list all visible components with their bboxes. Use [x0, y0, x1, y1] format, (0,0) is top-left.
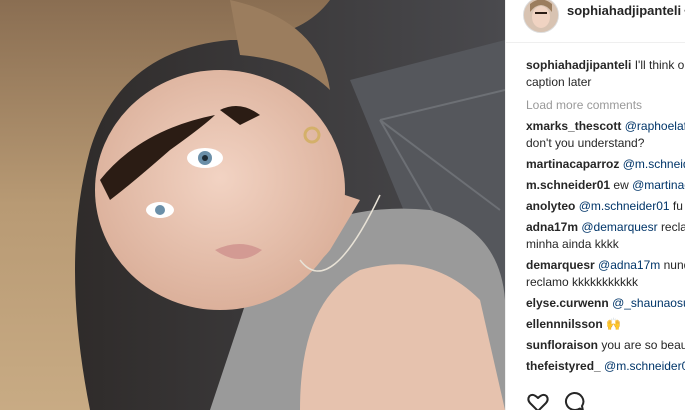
comments-panel: sophiahadjipanteli• sophiahadjipanteli I… — [505, 0, 685, 410]
comment-username[interactable]: anolyteo — [526, 199, 575, 213]
comment-mention[interactable]: @m.schneider01 — [579, 199, 670, 213]
comment-username[interactable]: martinacaparroz — [526, 157, 619, 171]
comment-username[interactable]: elyse.curwenn — [526, 296, 609, 310]
comment-text: nund — [663, 258, 685, 272]
comment: xmarks_thescott @raphoelafi — [526, 118, 685, 135]
comment: m.schneider01 ew @martinac — [526, 177, 685, 194]
comment: adna17m @demarquesr recla — [526, 219, 685, 236]
action-bar — [526, 390, 685, 410]
comment-mention[interactable]: @_shaunaosu — [612, 296, 685, 310]
caption: sophiahadjipanteli I'll think o — [526, 57, 685, 74]
load-more-comments-button[interactable]: Load more comments — [526, 97, 685, 114]
comment-mention[interactable]: @martinac — [632, 178, 685, 192]
comment-mention[interactable]: @raphoelafi — [625, 119, 685, 133]
comment: martinacaparroz @m.schneid — [526, 156, 685, 173]
avatar[interactable] — [523, 0, 559, 33]
comment: elyse.curwenn @_shaunaosu — [526, 295, 685, 312]
comment: sunfloraison you are so beau — [526, 337, 685, 354]
comment: demarquesr @adna17m nund — [526, 257, 685, 274]
post-photo — [0, 0, 505, 410]
header-username[interactable]: sophiahadjipanteli• — [567, 3, 685, 18]
comment: thefeistyred_ @m.schneider0 — [526, 358, 685, 375]
comment-button[interactable] — [562, 390, 586, 410]
comment-username[interactable]: thefeistyred_ — [526, 359, 601, 373]
portrait-photo — [0, 0, 505, 410]
heart-icon — [527, 393, 549, 410]
comment-mention[interactable]: @m.schneider0 — [604, 359, 685, 373]
comments-list: sophiahadjipanteli I'll think o caption … — [526, 57, 685, 375]
post-header: sophiahadjipanteli• — [506, 0, 685, 43]
caption-username[interactable]: sophiahadjipanteli — [526, 58, 631, 72]
comment-line2: don't you understand? — [526, 136, 645, 150]
comment-text: you are so beau — [601, 338, 685, 352]
comment-username[interactable]: xmarks_thescott — [526, 119, 621, 133]
comment-text: recla — [660, 220, 685, 234]
comment-line2: minha ainda kkkk — [526, 237, 619, 251]
comment-text: ew — [613, 178, 629, 192]
caption-text: I'll think o — [634, 58, 685, 72]
header-username-text[interactable]: sophiahadjipanteli — [567, 3, 681, 18]
comment-mention[interactable]: @m.schneid — [623, 157, 685, 171]
comment-username[interactable]: m.schneider01 — [526, 178, 610, 192]
caption-line2: caption later — [526, 75, 592, 89]
comment-icon — [565, 391, 585, 410]
comment-line2: reclamo kkkkkkkkkkk — [526, 275, 639, 289]
like-button[interactable] — [526, 390, 550, 410]
comment-username[interactable]: sunfloraison — [526, 338, 598, 352]
comment: anolyteo @m.schneider01 fu — [526, 198, 685, 215]
comment-username[interactable]: demarquesr — [526, 258, 595, 272]
comment-mention[interactable]: @demarquesr — [581, 220, 657, 234]
comment-text: fu — [672, 199, 683, 213]
avatar-image — [524, 0, 558, 32]
comment: ellennnilsson 🙌 — [526, 316, 685, 333]
raised-hands-emoji: 🙌 — [606, 317, 621, 331]
comment-username[interactable]: ellennnilsson — [526, 317, 603, 331]
comment-username[interactable]: adna17m — [526, 220, 578, 234]
comment-mention[interactable]: @adna17m — [598, 258, 660, 272]
